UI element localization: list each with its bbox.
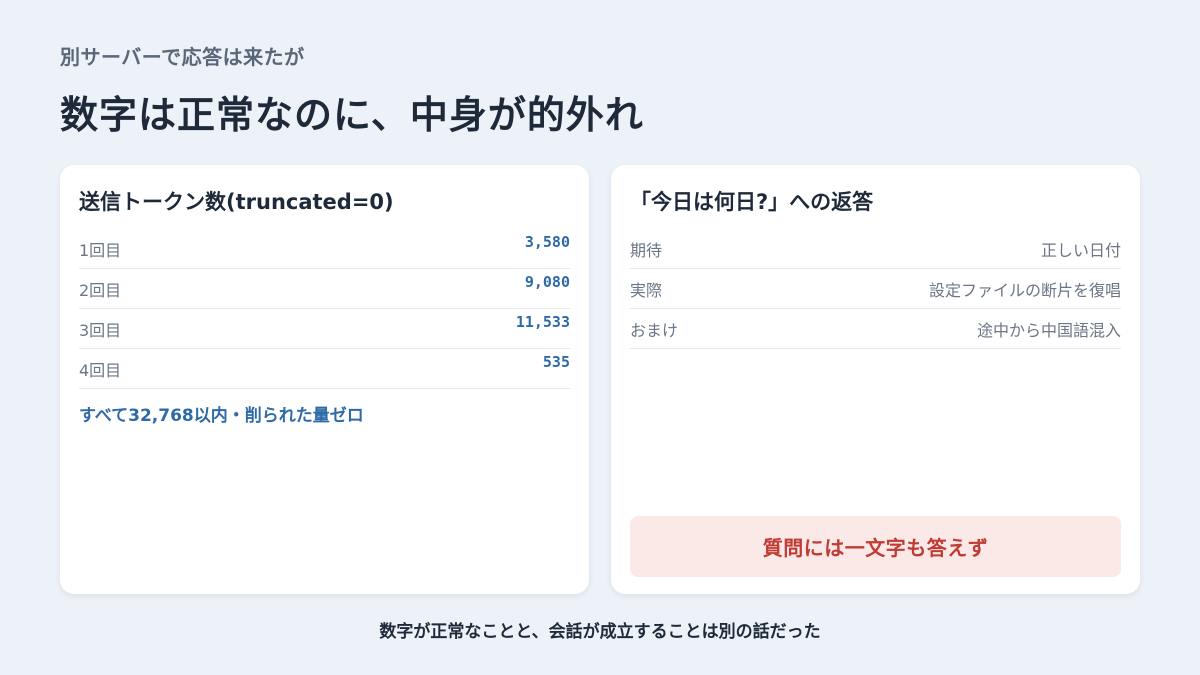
token-row: 1回目 3,580 — [79, 229, 570, 269]
response-row-label: 実際 — [630, 280, 663, 300]
token-row-value: 9,080 — [524, 273, 570, 291]
response-card: 「今日は何日?」への返答 期待 正しい日付 実際 設定ファイルの断片を復唱 おま… — [611, 165, 1140, 594]
token-row: 3回目 11,533 — [79, 309, 570, 349]
response-row: 期待 正しい日付 — [630, 229, 1121, 269]
token-row-label: 4回目 — [79, 360, 122, 380]
token-card-title: 送信トークン数(truncated=0) — [79, 190, 394, 214]
response-row-label: おまけ — [630, 320, 679, 340]
token-row-label: 3回目 — [79, 320, 122, 340]
response-row: 実際 設定ファイルの断片を復唱 — [630, 269, 1121, 309]
token-row-label: 2回目 — [79, 280, 122, 300]
response-row-label: 期待 — [630, 240, 663, 260]
token-row-value: 3,580 — [524, 233, 570, 251]
token-row-label: 1回目 — [79, 240, 122, 260]
response-card-title: 「今日は何日?」への返答 — [630, 190, 874, 214]
response-row-value: 設定ファイルの断片を復唱 — [928, 280, 1121, 300]
response-row-value: 途中から中国語混入 — [976, 320, 1121, 340]
page-title: 数字は正常なのに、中身が的外れ — [60, 93, 644, 137]
token-row: 2回目 9,080 — [79, 269, 570, 309]
response-row: おまけ 途中から中国語混入 — [630, 309, 1121, 349]
response-row-value: 正しい日付 — [1040, 240, 1121, 260]
token-row: 4回目 535 — [79, 349, 570, 389]
alert-banner: 質問には一文字も答えず — [630, 516, 1121, 577]
page-subtitle: 別サーバーで応答は来たが — [60, 45, 305, 69]
token-row-value: 535 — [542, 353, 570, 371]
footer-caption: 数字が正常なことと、会話が成立することは別の話だった — [379, 622, 821, 642]
token-count-card: 送信トークン数(truncated=0) 1回目 3,580 2回目 9,080… — [60, 165, 589, 594]
alert-text: 質問には一文字も答えず — [762, 536, 989, 560]
token-summary-note: すべて32,768以内・削られた量ゼロ — [79, 406, 364, 426]
token-row-value: 11,533 — [515, 313, 570, 331]
